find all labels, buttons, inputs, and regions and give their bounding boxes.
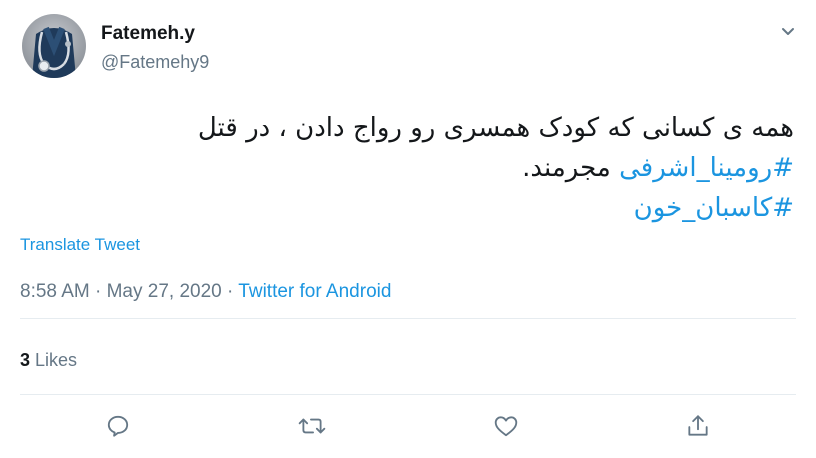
- share-icon[interactable]: [684, 412, 712, 440]
- tweet-source-link[interactable]: Twitter for Android: [238, 281, 391, 302]
- hashtag-link[interactable]: #رومینا_اشرفی: [619, 153, 794, 183]
- tweet-date[interactable]: May 27, 2020: [107, 281, 222, 302]
- likes-stat[interactable]: 3 Likes: [20, 348, 77, 372]
- tweet-text-line-2: #رومینا_اشرفی مجرمند.: [34, 148, 794, 188]
- author-handle[interactable]: @Fatemehy9: [101, 50, 209, 74]
- likes-count: 3: [20, 350, 31, 370]
- tweet-time[interactable]: 8:58 AM: [20, 281, 90, 302]
- retweet-icon[interactable]: [298, 412, 326, 440]
- avatar[interactable]: [22, 14, 86, 78]
- tweet-metadata: 8:58 AM · May 27, 2020 · Twitter for And…: [20, 280, 391, 304]
- tweet-text-suffix: مجرمند.: [522, 153, 611, 183]
- chevron-down-icon[interactable]: [778, 22, 798, 42]
- divider: [20, 394, 796, 395]
- translate-tweet-link[interactable]: Translate Tweet: [20, 235, 140, 255]
- likes-label: Likes: [35, 350, 78, 370]
- meta-separator: ·: [89, 281, 107, 302]
- divider: [20, 318, 796, 319]
- tweet-card: Fatemeh.y @Fatemehy9 همه ی کسانی که کودک…: [0, 0, 816, 458]
- reply-icon[interactable]: [104, 412, 132, 440]
- tweet-text: همه ی کسانی که کودک همسری رو رواج دادن ،…: [34, 108, 794, 228]
- tweet-text-line-3: #کاسبان_خون: [34, 188, 794, 228]
- meta-separator: ·: [221, 281, 239, 302]
- tweet-text-line-1: همه ی کسانی که کودک همسری رو رواج دادن ،…: [197, 113, 794, 143]
- heart-icon[interactable]: [492, 412, 520, 440]
- hashtag-link[interactable]: #کاسبان_خون: [634, 193, 794, 223]
- author-name[interactable]: Fatemeh.y: [101, 22, 195, 46]
